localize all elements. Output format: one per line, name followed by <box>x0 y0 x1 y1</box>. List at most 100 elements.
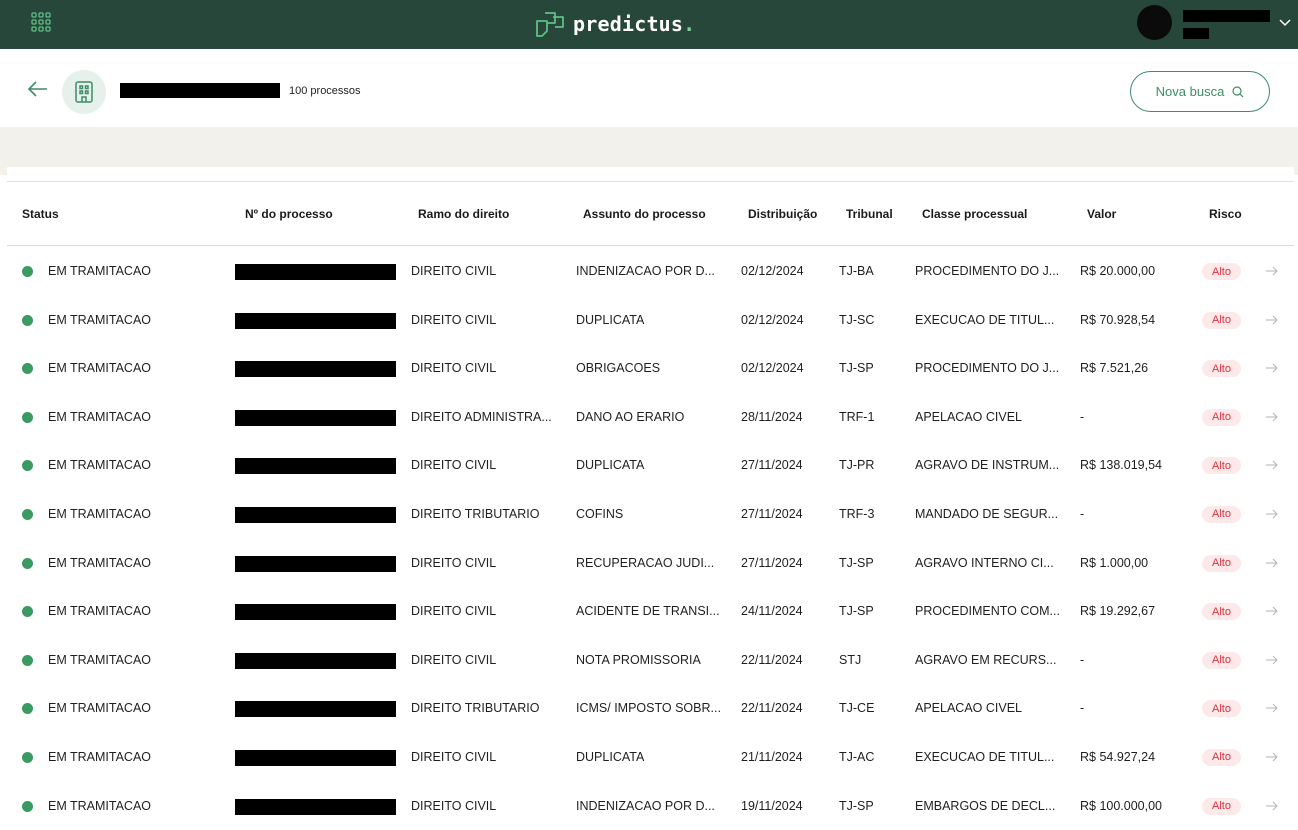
valor-cell: R$ 54.927,24 <box>1080 749 1156 764</box>
valor-cell: R$ 19.292,67 <box>1080 604 1156 619</box>
table-row[interactable]: EM TRAMITACAO DIREITO CIVIL DUPLICATA 02… <box>7 296 1294 345</box>
arrow-right-icon[interactable] <box>1266 801 1278 811</box>
arrow-right-icon[interactable] <box>1266 412 1278 422</box>
tribunal-cell: TJ-CE <box>839 701 875 716</box>
table-row[interactable]: EM TRAMITACAO DIREITO ADMINISTRA... DANO… <box>7 393 1294 442</box>
column-header-tribunal[interactable]: Tribunal <box>846 207 893 221</box>
table-row[interactable]: EM TRAMITACAO DIREITO CIVIL INDENIZACAO … <box>7 782 1294 830</box>
status-text: EM TRAMITACAO <box>48 264 152 278</box>
process-count: 100 processos <box>289 85 361 97</box>
ramo-cell: DIREITO CIVIL <box>411 264 497 278</box>
risk-badge: Alto <box>1202 748 1241 766</box>
risk-badge: Alto <box>1202 797 1241 815</box>
status-dot-icon <box>22 363 33 375</box>
status-dot-icon <box>22 800 33 812</box>
column-header-risco[interactable]: Risco <box>1209 207 1242 221</box>
nova-busca-button[interactable]: Nova busca <box>1130 71 1270 112</box>
assunto-cell: NOTA PROMISSORIA <box>576 652 701 667</box>
arrow-right-icon[interactable] <box>1266 460 1278 470</box>
assunto-cell: ACIDENTE DE TRANSI... <box>576 604 720 619</box>
classe-cell: PROCEDIMENTO DO J... <box>915 264 1060 278</box>
status-dot-icon <box>22 606 33 618</box>
search-icon <box>1232 85 1244 97</box>
status-text: EM TRAMITACAO <box>48 604 152 619</box>
classe-cell: AGRAVO INTERNO CI... <box>915 555 1054 570</box>
arrow-right-icon[interactable] <box>1266 509 1278 519</box>
table-row[interactable]: EM TRAMITACAO DIREITO CIVIL DUPLICATA 21… <box>7 733 1294 782</box>
column-header-valor[interactable]: Valor <box>1087 207 1116 221</box>
risk-badge: Alto <box>1202 505 1241 523</box>
column-header-numero[interactable]: Nº do processo <box>245 207 333 221</box>
risk-badge: Alto <box>1202 408 1241 426</box>
column-header-status[interactable]: Status <box>22 207 59 221</box>
assunto-cell: RECUPERACAO JUDI... <box>576 555 715 570</box>
table-row[interactable]: EM TRAMITACAO DIREITO CIVIL ACIDENTE DE … <box>7 587 1294 636</box>
table-row[interactable]: EM TRAMITACAO DIREITO TRIBUTARIO ICMS/ I… <box>7 684 1294 733</box>
valor-cell: R$ 1.000,00 <box>1080 555 1149 570</box>
classe-cell: APELACAO CIVEL <box>915 409 1022 424</box>
status-dot-icon <box>22 654 33 666</box>
column-header-classe[interactable]: Classe processual <box>922 207 1027 221</box>
column-header-ramo[interactable]: Ramo do direito <box>418 207 509 221</box>
process-number-redacted <box>235 458 396 475</box>
table-body: EM TRAMITACAO DIREITO CIVIL INDENIZACAO … <box>7 247 1294 830</box>
table-row[interactable]: EM TRAMITACAO DIREITO CIVIL RECUPERACAO … <box>7 539 1294 588</box>
status-dot-icon <box>22 314 33 326</box>
status-text: EM TRAMITACAO <box>48 652 152 667</box>
tribunal-cell: TJ-SC <box>839 312 875 327</box>
arrow-left-icon[interactable] <box>27 80 49 98</box>
table-row[interactable]: EM TRAMITACAO DIREITO TRIBUTARIO COFINS … <box>7 490 1294 539</box>
predictus-logo[interactable]: predictus. <box>535 8 695 40</box>
process-number-redacted <box>235 555 396 572</box>
arrow-right-icon[interactable] <box>1266 703 1278 713</box>
status-text: EM TRAMITACAO <box>48 798 152 813</box>
classe-cell: EXECUCAO DE TITUL... <box>915 312 1055 327</box>
tribunal-cell: TJ-PR <box>839 458 875 473</box>
assunto-cell: COFINS <box>576 506 624 521</box>
arrow-right-icon[interactable] <box>1266 315 1278 325</box>
process-number-redacted <box>235 652 396 669</box>
valor-cell: R$ 20.000,00 <box>1080 264 1156 278</box>
arrow-right-icon[interactable] <box>1266 655 1278 665</box>
arrow-right-icon[interactable] <box>1266 606 1278 616</box>
chevron-down-icon[interactable] <box>1278 16 1292 30</box>
table-row[interactable]: EM TRAMITACAO DIREITO CIVIL INDENIZACAO … <box>7 247 1294 296</box>
status-text: EM TRAMITACAO <box>48 555 152 570</box>
tribunal-cell: TRF-3 <box>839 506 875 521</box>
tribunal-cell: TJ-SP <box>839 798 874 813</box>
classe-cell: AGRAVO DE INSTRUM... <box>915 458 1060 473</box>
ramo-cell: DIREITO CIVIL <box>411 555 497 570</box>
column-header-distribuicao[interactable]: Distribuição <box>748 207 817 221</box>
process-number-redacted <box>235 506 396 523</box>
ramo-cell: DIREITO CIVIL <box>411 312 497 327</box>
distribuicao-cell: 27/11/2024 <box>741 555 803 570</box>
assunto-cell: ICMS/ IMPOSTO SOBR... <box>576 701 721 716</box>
valor-cell: - <box>1080 506 1085 521</box>
arrow-right-icon[interactable] <box>1266 752 1278 762</box>
table-row[interactable]: EM TRAMITACAO DIREITO CIVIL OBRIGACOES 0… <box>7 344 1294 393</box>
tribunal-cell: TRF-1 <box>839 409 875 424</box>
arrow-right-icon[interactable] <box>1266 363 1278 373</box>
distribuicao-cell: 22/11/2024 <box>741 701 803 716</box>
distribuicao-cell: 28/11/2024 <box>741 409 803 424</box>
classe-cell: PROCEDIMENTO COM... <box>915 604 1060 619</box>
user-name-redacted <box>1183 10 1270 22</box>
valor-cell: R$ 7.521,26 <box>1080 361 1149 376</box>
building-icon <box>62 70 106 114</box>
arrow-right-icon[interactable] <box>1266 558 1278 568</box>
table-row[interactable]: EM TRAMITACAO DIREITO CIVIL NOTA PROMISS… <box>7 636 1294 685</box>
classe-cell: AGRAVO EM RECURS... <box>915 652 1057 667</box>
table-row[interactable]: EM TRAMITACAO DIREITO CIVIL DUPLICATA 27… <box>7 441 1294 490</box>
assunto-cell: DANO AO ERARIO <box>576 409 685 424</box>
process-number-redacted <box>235 604 396 621</box>
arrow-right-icon[interactable] <box>1266 266 1278 276</box>
status-dot-icon <box>22 557 33 569</box>
avatar[interactable] <box>1137 5 1172 40</box>
risk-badge: Alto <box>1202 311 1241 329</box>
column-header-assunto[interactable]: Assunto do processo <box>583 207 706 221</box>
page-header: 100 processos Nova busca <box>0 49 1298 127</box>
risk-badge: Alto <box>1202 700 1241 718</box>
status-dot-icon <box>22 266 33 277</box>
grid-icon[interactable] <box>31 12 51 32</box>
assunto-cell: INDENIZACAO POR D... <box>576 798 715 813</box>
